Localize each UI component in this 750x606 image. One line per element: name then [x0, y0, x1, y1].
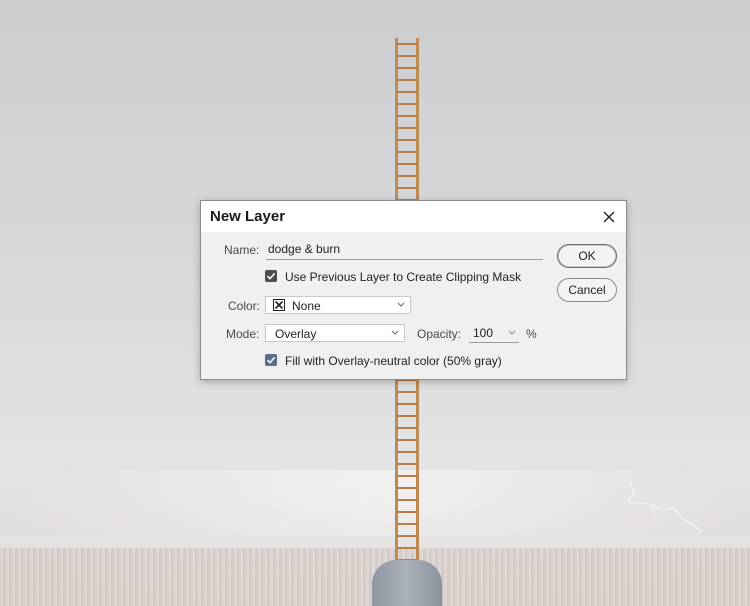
opacity-value: 100: [473, 326, 494, 340]
mode-select-value: Overlay: [275, 327, 317, 341]
lightning-image: [626, 481, 703, 533]
checkmark-icon: [266, 356, 276, 364]
checkmark-icon: [266, 272, 276, 280]
fill-neutral-label: Fill with Overlay-neutral color (50% gra…: [285, 354, 502, 368]
clipping-mask-checkbox[interactable]: [265, 270, 277, 282]
mode-select[interactable]: Overlay: [265, 324, 405, 342]
chevron-down-icon: [391, 330, 399, 335]
close-button[interactable]: [598, 206, 620, 228]
person-figure: [372, 560, 442, 606]
dialog-title: New Layer: [210, 208, 286, 225]
chevron-down-icon[interactable]: [507, 327, 517, 339]
color-label: Color:: [228, 299, 261, 313]
cancel-button[interactable]: Cancel: [557, 278, 617, 302]
mode-label: Mode:: [226, 327, 260, 341]
opacity-input[interactable]: 100: [469, 325, 519, 343]
name-input-value: dodge & burn: [268, 242, 341, 256]
ok-button[interactable]: OK: [557, 244, 617, 268]
name-label: Name:: [224, 243, 260, 257]
color-select[interactable]: None: [265, 296, 411, 314]
dialog-titlebar: New Layer: [201, 201, 626, 232]
close-icon: [603, 211, 615, 223]
chevron-down-icon: [397, 302, 405, 307]
clipping-mask-label: Use Previous Layer to Create Clipping Ma…: [285, 270, 522, 284]
opacity-label: Opacity:: [417, 327, 462, 341]
color-select-value: None: [292, 299, 321, 313]
color-none-icon: [273, 299, 285, 311]
fill-neutral-checkbox[interactable]: [265, 354, 277, 366]
opacity-unit: %: [526, 327, 537, 341]
new-layer-dialog: New Layer Name: dodge & burn Use Previou…: [200, 200, 627, 380]
name-input[interactable]: dodge & burn: [266, 242, 543, 260]
